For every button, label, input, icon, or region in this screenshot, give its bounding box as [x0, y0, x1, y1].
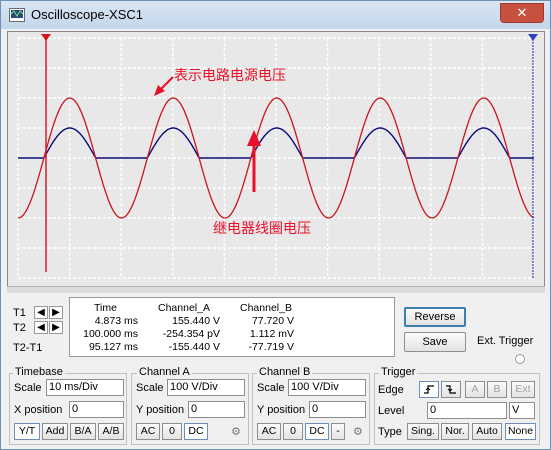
falling-edge-icon — [446, 385, 456, 394]
channel-b-scale-field[interactable]: 100 V/Div — [288, 379, 366, 396]
trigger-single-button[interactable]: Sing. — [407, 423, 439, 440]
trigger-none-button[interactable]: None — [505, 423, 536, 440]
channel-a-dc-button[interactable]: DC — [184, 423, 208, 440]
timebase-scale-field[interactable]: 10 ms/Div — [46, 379, 124, 396]
rising-edge-icon — [424, 385, 434, 394]
close-button[interactable]: ✕ — [500, 3, 544, 23]
trigger-title: Trigger — [379, 366, 418, 378]
close-icon: ✕ — [516, 5, 528, 20]
channel-b-dc-button[interactable]: DC — [305, 423, 329, 440]
mode-ba-button[interactable]: B/A — [70, 423, 96, 440]
trigger-level-label: Level — [378, 405, 405, 417]
channel-b-ypos-label: Y position — [257, 404, 306, 416]
channel-b-ypos-field[interactable]: 0 — [309, 401, 366, 418]
trigger-source-ext-button[interactable]: Ext — [511, 381, 535, 398]
gear-icon[interactable]: ⚙ — [231, 425, 241, 438]
mode-yt-button[interactable]: Y/T — [14, 423, 40, 440]
falling-edge-button[interactable] — [441, 381, 461, 398]
horizontal-scrollbar[interactable] — [7, 286, 545, 293]
reverse-button[interactable]: Reverse — [404, 307, 466, 327]
ext-trigger-label: Ext. Trigger — [477, 335, 534, 347]
cursor-panel: T1 ◀ ▶ T2 ◀ ▶ T2-T1 Time Channel_A Chann… — [9, 297, 395, 359]
oscilloscope-screen[interactable]: 表示电路电源电压 继电器线圈电压 — [7, 31, 545, 289]
channel-a-zero-button[interactable]: 0 — [162, 423, 182, 440]
oscilloscope-window: Oscilloscope-XSC1 ✕ 表示电路电源电压 继电器线圈电压 T1 … — [0, 0, 551, 450]
channel-a-ac-button[interactable]: AC — [136, 423, 160, 440]
t2-left-arrow-button[interactable]: ◀ — [34, 321, 48, 334]
t1-channel-b: 77.720 V — [251, 315, 294, 327]
diff-time: 95.127 ms — [88, 341, 138, 353]
channel-b-title: Channel B — [257, 366, 313, 378]
rising-edge-button[interactable] — [419, 381, 439, 398]
channel-a-scale-field[interactable]: 100 V/Div — [167, 379, 245, 396]
cursor-readout-table: Time Channel_A Channel_B 4.873 ms 155.44… — [69, 297, 395, 357]
channel-a-ypos-field[interactable]: 0 — [188, 401, 245, 418]
trigger-level-unit[interactable]: V — [509, 402, 535, 419]
header-time: Time — [94, 302, 117, 314]
channel-b-ac-button[interactable]: AC — [257, 423, 281, 440]
trigger-auto-button[interactable]: Auto — [472, 423, 502, 440]
trigger-type-label: Type — [378, 426, 402, 438]
arrow-left-icon: ◀ — [37, 307, 45, 318]
t1-channel-a: 155.440 V — [172, 315, 220, 327]
mode-add-button[interactable]: Add — [42, 423, 68, 440]
timebase-xpos-field[interactable]: 0 — [69, 401, 124, 418]
diff-channel-a: -155.440 V — [168, 341, 220, 353]
trigger-level-field[interactable]: 0 — [427, 402, 507, 419]
mode-ab-button[interactable]: A/B — [98, 423, 124, 440]
arrow-right-icon: ▶ — [52, 307, 60, 318]
t2-right-arrow-button[interactable]: ▶ — [49, 321, 63, 334]
t1-left-arrow-button[interactable]: ◀ — [34, 306, 48, 319]
t2-channel-a: -254.354 pV — [162, 328, 220, 340]
t2-time: 100.000 ms — [83, 328, 138, 340]
channel-b-scale-label: Scale — [257, 382, 285, 394]
timebase-scale-label: Scale — [14, 382, 42, 394]
annotation-coil-voltage: 继电器线圈电压 — [213, 220, 311, 236]
oscilloscope-app-icon — [9, 8, 25, 22]
channel-a-title: Channel A — [137, 366, 192, 378]
t1-label: T1 — [13, 307, 26, 319]
annotation-source-voltage: 表示电路电源电压 — [174, 67, 286, 83]
timebase-title: Timebase — [13, 366, 65, 378]
t2-t1-label: T2-T1 — [13, 342, 43, 354]
t1-time: 4.873 ms — [94, 315, 138, 327]
timebase-xpos-label: X position — [14, 404, 63, 416]
header-channel-a: Channel_A — [158, 302, 210, 314]
channel-a-ypos-label: Y position — [136, 404, 185, 416]
channel-b-invert-button[interactable]: - — [331, 423, 345, 440]
t1-right-arrow-button[interactable]: ▶ — [49, 306, 63, 319]
arrow-left-icon: ◀ — [37, 322, 45, 333]
trigger-edge-label: Edge — [378, 384, 404, 396]
t2-channel-b: 1.112 mV — [249, 328, 294, 340]
ext-trigger-radio[interactable] — [515, 354, 525, 364]
channel-a-scale-label: Scale — [136, 382, 164, 394]
title-bar[interactable]: Oscilloscope-XSC1 ✕ — [1, 1, 550, 29]
window-title: Oscilloscope-XSC1 — [31, 7, 143, 22]
save-button[interactable]: Save — [404, 332, 466, 352]
trigger-source-a-button[interactable]: A — [465, 381, 485, 398]
channel-b-zero-button[interactable]: 0 — [283, 423, 303, 440]
header-channel-b: Channel_B — [240, 302, 292, 314]
gear-icon[interactable]: ⚙ — [353, 425, 363, 438]
t2-label: T2 — [13, 322, 26, 334]
arrow-right-icon: ▶ — [52, 322, 60, 333]
trigger-normal-button[interactable]: Nor. — [441, 423, 469, 440]
diff-channel-b: -77.719 V — [248, 341, 294, 353]
trigger-source-b-button[interactable]: B — [487, 381, 507, 398]
